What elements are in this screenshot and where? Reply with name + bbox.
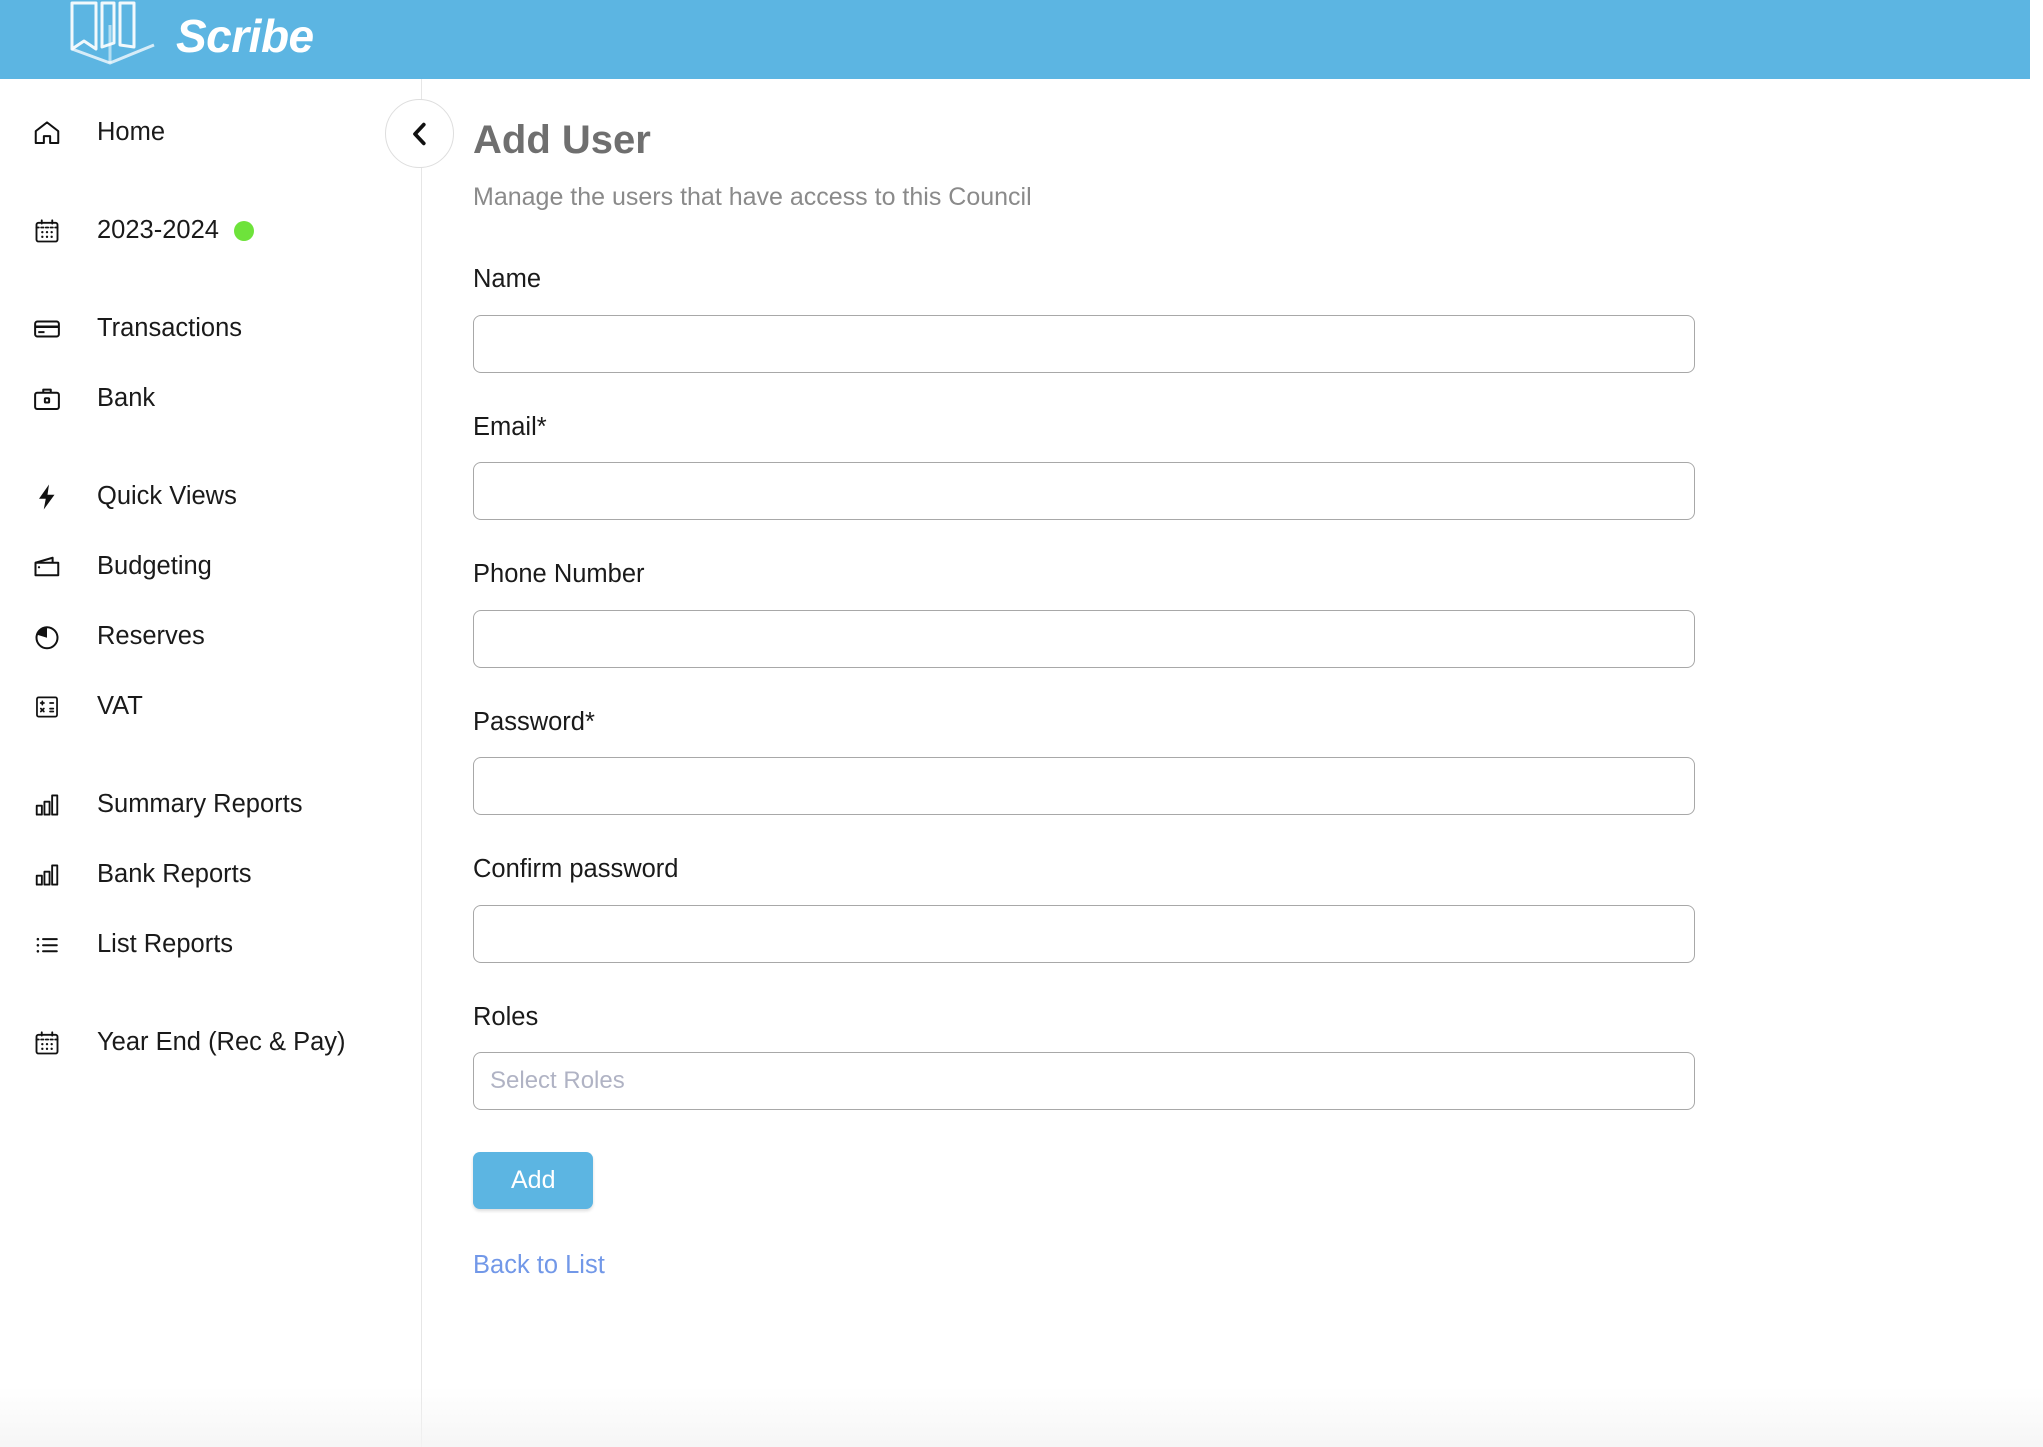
- sidebar-item-transactions[interactable]: Transactions: [0, 303, 421, 355]
- wallet-icon: [30, 550, 64, 584]
- password-label: Password*: [473, 710, 1695, 736]
- main-content: Add User Manage the users that have acce…: [422, 79, 2043, 1447]
- bar-chart-icon: [30, 858, 64, 892]
- sidebar-spacer: [0, 593, 421, 611]
- sidebar-item-quick-views[interactable]: Quick Views: [0, 471, 421, 523]
- sidebar-item-budgeting[interactable]: Budgeting: [0, 541, 421, 593]
- field-phone-number: Phone Number: [473, 562, 1695, 668]
- sidebar-item-label: Home: [97, 120, 165, 146]
- brand-header: Scribe: [0, 0, 2030, 79]
- sidebar-spacer: [0, 523, 421, 541]
- field-confirm-password: Confirm password: [473, 857, 1695, 963]
- app-root: Scribe Home: [0, 0, 2043, 1447]
- brand-name: Scribe: [176, 13, 314, 59]
- sidebar-spacer: [0, 663, 421, 681]
- calculator-icon: [30, 690, 64, 724]
- sidebar-spacer: [0, 159, 421, 205]
- field-spacer: [473, 668, 1695, 710]
- lightning-icon: [30, 480, 64, 514]
- briefcase-icon: [30, 382, 64, 416]
- field-spacer: [473, 815, 1695, 857]
- brand-logo[interactable]: Scribe: [62, 1, 314, 71]
- sidebar-item-label: 2023-2024: [97, 218, 219, 244]
- open-book-icon: [62, 1, 166, 71]
- sidebar-spacer: [0, 901, 421, 919]
- sidebar-spacer: [0, 425, 421, 471]
- sidebar-item-year-end-rec-pay[interactable]: Year End (Rec & Pay): [0, 1017, 421, 1069]
- sidebar: Home: [0, 79, 421, 1447]
- field-spacer: [473, 373, 1695, 415]
- page-header: Add User Manage the users that have acce…: [422, 79, 2043, 210]
- name-label: Name: [473, 267, 1695, 293]
- field-name: Name: [473, 267, 1695, 373]
- sidebar-item-list-reports[interactable]: List Reports: [0, 919, 421, 971]
- add-button[interactable]: Add: [473, 1152, 593, 1209]
- confirm-password-input[interactable]: [473, 905, 1695, 963]
- sidebar-item-reserves[interactable]: Reserves: [0, 611, 421, 663]
- sidebar-item-label: Summary Reports: [97, 792, 302, 818]
- confirm-password-label: Confirm password: [473, 857, 1695, 883]
- sidebar-item-label: Transactions: [97, 316, 242, 342]
- sidebar-item-summary-reports[interactable]: Summary Reports: [0, 779, 421, 831]
- add-user-form: Name Email* Phone Number Password* Confi…: [473, 267, 1695, 1279]
- pie-chart-icon: [30, 620, 64, 654]
- page-subtitle: Manage the users that have access to thi…: [473, 185, 2043, 210]
- sidebar-item-label: Quick Views: [97, 484, 237, 510]
- form-actions: Add: [473, 1152, 1695, 1209]
- back-button[interactable]: [385, 99, 454, 168]
- bar-chart-icon: [30, 788, 64, 822]
- calendar-icon: [30, 214, 64, 248]
- field-spacer: [473, 520, 1695, 562]
- roles-select[interactable]: [473, 1052, 1695, 1110]
- chevron-left-icon: [405, 119, 435, 149]
- phone-number-input[interactable]: [473, 610, 1695, 668]
- sidebar-item-vat[interactable]: VAT: [0, 681, 421, 733]
- name-input[interactable]: [473, 315, 1695, 373]
- field-password: Password*: [473, 710, 1695, 816]
- home-icon: [30, 116, 64, 150]
- sidebar-spacer: [0, 355, 421, 373]
- field-spacer: [473, 963, 1695, 1005]
- sidebar-item-label: Bank: [97, 386, 155, 412]
- status-badge-active: [234, 221, 254, 241]
- page-title: Add User: [473, 104, 2043, 160]
- sidebar-item-label: Bank Reports: [97, 862, 252, 888]
- sidebar-spacer: [0, 971, 421, 1017]
- sidebar-item-label: Year End (Rec & Pay): [97, 1030, 346, 1056]
- sidebar-item-label: VAT: [97, 694, 143, 720]
- sidebar-item-financial-year[interactable]: 2023-2024: [0, 205, 421, 257]
- email-input[interactable]: [473, 462, 1695, 520]
- field-email: Email*: [473, 415, 1695, 521]
- sidebar-item-label: Reserves: [97, 624, 205, 650]
- sidebar-item-bank[interactable]: Bank: [0, 373, 421, 425]
- sidebar-item-label: List Reports: [97, 932, 233, 958]
- sidebar-spacer: [0, 257, 421, 303]
- roles-label: Roles: [473, 1005, 1695, 1031]
- back-to-list-link[interactable]: Back to List: [473, 1251, 605, 1279]
- sidebar-item-label: Budgeting: [97, 554, 212, 580]
- email-label: Email*: [473, 415, 1695, 441]
- sidebar-item-bank-reports[interactable]: Bank Reports: [0, 849, 421, 901]
- phone-number-label: Phone Number: [473, 562, 1695, 588]
- sidebar-spacer: [0, 831, 421, 849]
- field-roles: Roles: [473, 1005, 1695, 1111]
- list-icon: [30, 928, 64, 962]
- sidebar-item-home[interactable]: Home: [0, 107, 421, 159]
- sidebar-spacer: [0, 733, 421, 779]
- calendar-icon: [30, 1026, 64, 1060]
- card-icon: [30, 312, 64, 346]
- password-input[interactable]: [473, 757, 1695, 815]
- back-link-row: Back to List: [473, 1253, 1695, 1279]
